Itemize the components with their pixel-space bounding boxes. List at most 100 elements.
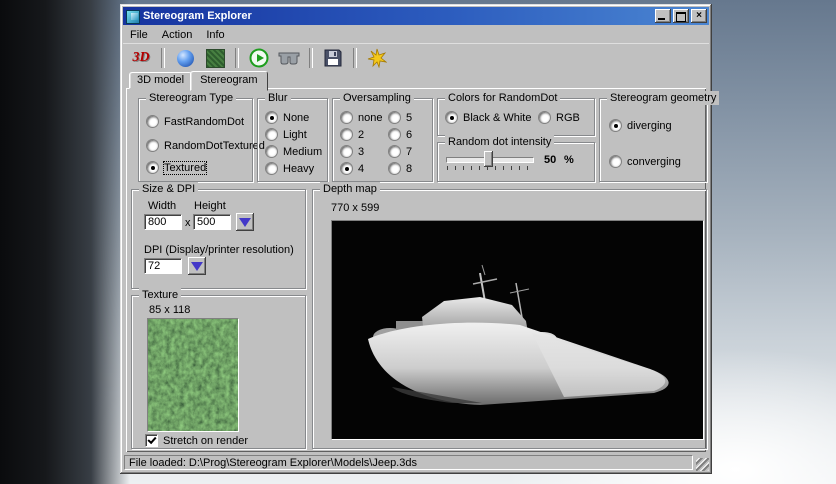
radio-icon [265,111,278,124]
radio-oversampling-7[interactable]: 7 [388,145,412,158]
group-title: Blur [265,91,291,105]
sphere-icon [176,49,194,67]
depth-map-preview [331,220,704,440]
radio-rgb[interactable]: RGB [538,111,580,124]
radio-oversampling-3[interactable]: 3 [340,145,364,158]
group-random-dot-intensity: Random dot intensity 50 % [437,135,595,182]
radio-oversampling-8[interactable]: 8 [388,162,412,175]
group-blur: Blur None Light Medium Heavy [257,91,328,182]
title-bar[interactable]: Stereogram Explorer × [123,7,709,25]
checkbox-label: Stretch on render [163,434,248,447]
group-title: Stereogram Type [146,91,237,105]
stereo-glasses-icon [278,52,300,65]
window-controls: × [655,9,707,23]
height-input[interactable] [193,214,231,230]
radio-diverging[interactable]: diverging [609,119,672,132]
group-title: Texture [139,288,182,302]
radio-oversampling-6[interactable]: 6 [388,128,412,141]
radio-label: 4 [358,162,365,175]
menu-info[interactable]: Info [199,28,231,42]
group-title: Oversampling [340,91,414,105]
radio-label: 6 [406,128,413,141]
radio-fastrandomdot[interactable]: FastRandomDot [146,115,244,128]
dpi-input[interactable] [144,258,182,274]
desktop-background: Stereogram Explorer × File Action Info 3… [0,0,836,484]
group-oversampling: Oversampling none 2 3 4 5 6 7 8 [332,91,433,182]
tab-3d-model[interactable]: 3D model [129,72,193,89]
radio-icon [388,162,401,175]
maximize-button[interactable] [673,9,689,23]
stretch-on-render-checkbox[interactable]: Stretch on render [145,434,248,447]
stereogram-tab-panel: Stereogram Type FastRandomDot RandomDotT… [126,88,720,452]
radio-icon [265,128,278,141]
texture-button[interactable] [202,46,228,70]
texture-dimensions: 85 x 118 [149,304,191,316]
radio-oversampling-2[interactable]: 2 [340,128,364,141]
minimize-button[interactable] [655,9,671,23]
render-sphere-button[interactable] [172,46,198,70]
group-size-dpi: Size & DPI Width Height x DPI (Display/p… [131,182,306,289]
group-texture: Texture 85 x 118 Stretch on render [131,288,306,449]
toolbar-separator [161,48,165,68]
radio-icon [340,162,353,175]
radio-converging[interactable]: converging [609,155,681,168]
settings-button[interactable] [364,46,390,70]
radio-icon [388,111,401,124]
toolbar: 3D [123,43,709,72]
radio-label: Heavy [283,162,315,175]
group-stereogram-geometry: Stereogram geometry diverging converging [599,91,720,182]
dropdown-arrow-icon [191,261,203,271]
radio-oversampling-none[interactable]: none [340,111,382,124]
radio-label: 2 [358,128,365,141]
radio-blur-medium[interactable]: Medium [265,145,322,158]
radio-oversampling-5[interactable]: 5 [388,111,412,124]
toolbar-separator [309,48,313,68]
intensity-unit: % [564,154,574,166]
save-floppy-icon [324,49,342,67]
radio-blur-heavy[interactable]: Heavy [265,162,314,175]
width-label: Width [148,200,177,212]
load-3d-model-button[interactable]: 3D [128,46,154,70]
radio-label: 5 [406,111,413,124]
window-title: Stereogram Explorer [143,10,252,22]
radio-black-white[interactable]: Black & White [445,111,531,124]
depth-map-dimensions: 770 x 599 [331,202,380,214]
desktop-shade [0,0,130,484]
group-depth-map: Depth map 770 x 599 [312,182,707,449]
intensity-slider-thumb[interactable] [484,151,493,167]
radio-oversampling-4[interactable]: 4 [340,162,364,175]
radio-blur-light[interactable]: Light [265,128,307,141]
width-input[interactable] [144,214,182,230]
radio-icon [265,145,278,158]
close-button[interactable]: × [691,9,707,23]
status-bar: File loaded: D:\Prog\Stereogram Explorer… [123,454,709,471]
radio-icon [445,111,458,124]
radio-blur-none[interactable]: None [265,111,309,124]
dpi-preset-button[interactable] [188,257,206,275]
view-stereogram-button[interactable] [276,46,302,70]
save-button[interactable] [320,46,346,70]
generate-preview-button[interactable] [246,46,272,70]
group-stereogram-type: Stereogram Type FastRandomDot RandomDotT… [138,91,265,182]
radio-randomdottextured[interactable]: RandomDotTextured [146,139,265,152]
radio-textured[interactable]: Textured [146,160,208,175]
group-title: Stereogram geometry [607,91,720,105]
radio-label: none [358,111,383,124]
minimize-icon [658,18,665,20]
radio-icon [538,111,551,124]
radio-icon [388,128,401,141]
play-icon [249,48,269,68]
radio-label: Light [283,128,307,141]
menu-file[interactable]: File [123,28,155,42]
size-preset-button[interactable] [236,213,254,231]
resize-grip[interactable] [696,458,709,471]
radio-icon [340,111,353,124]
menu-action[interactable]: Action [155,28,200,42]
radio-label: Textured [162,160,208,175]
3d-model-icon: 3D [132,50,150,65]
tab-stereogram[interactable]: Stereogram [190,71,268,91]
radio-label: None [283,111,310,124]
height-label: Height [194,200,226,212]
radio-label: FastRandomDot [164,115,245,128]
radio-label: Black & White [463,111,532,124]
